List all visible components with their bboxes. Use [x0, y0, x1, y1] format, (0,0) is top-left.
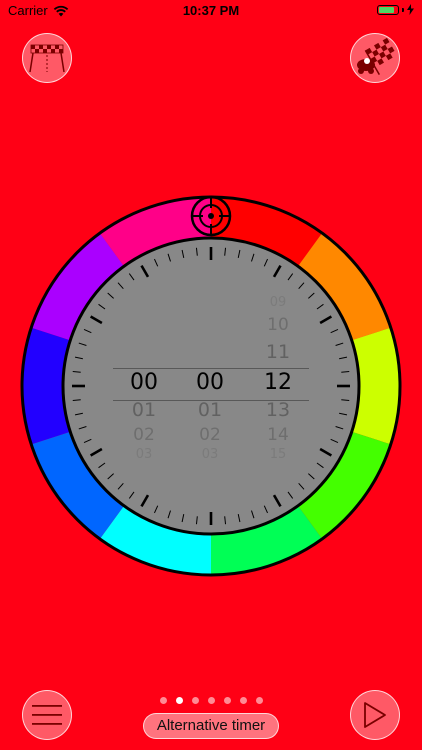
time-picker[interactable]: 00 01 02 03 00 01 02 03 09 10 11 12 13 14 15 [103, 296, 319, 468]
minutes-column[interactable]: 00 01 02 03 [180, 296, 240, 468]
picker-selection-line-bottom [113, 400, 309, 401]
page-dot[interactable] [191, 697, 199, 704]
page-dot[interactable] [255, 697, 263, 704]
finish-flag-icon [29, 44, 65, 73]
picker-item[interactable]: 03 [180, 447, 240, 462]
picker-item[interactable]: 00 [180, 370, 240, 395]
picker-item[interactable]: 02 [114, 425, 174, 445]
page-dot[interactable] [175, 697, 183, 704]
status-time: 10:37 PM [182, 3, 240, 18]
hours-column[interactable]: 00 01 02 03 [114, 296, 174, 468]
picker-item[interactable]: 02 [180, 425, 240, 445]
hamburger-menu-icon [32, 705, 62, 725]
seconds-column[interactable]: 09 10 11 12 13 14 15 [248, 296, 308, 468]
picker-item[interactable]: 09 [248, 296, 308, 310]
play-button[interactable] [350, 690, 400, 740]
battery-icon [377, 4, 399, 15]
charging-bolt-icon [407, 4, 414, 15]
play-icon [364, 702, 386, 728]
crosshair-icon[interactable] [190, 195, 232, 237]
race-button[interactable] [350, 33, 400, 83]
picker-item[interactable]: 13 [248, 399, 308, 421]
finish-flag-button[interactable] [22, 33, 72, 83]
picker-item[interactable]: 12 [248, 370, 308, 395]
page-dot[interactable] [207, 697, 215, 704]
picker-selection-line-top [113, 368, 309, 369]
picker-item[interactable]: 14 [248, 425, 308, 445]
picker-item[interactable]: 11 [248, 341, 308, 363]
picker-item[interactable]: 00 [114, 370, 174, 395]
status-right [377, 4, 414, 15]
page-dot[interactable] [239, 697, 247, 704]
race-car-flag-icon [357, 38, 395, 75]
picker-item[interactable]: 10 [248, 315, 308, 335]
battery-fill [379, 6, 395, 13]
page-dot[interactable] [223, 697, 231, 704]
picker-item[interactable]: 03 [114, 447, 174, 462]
picker-item[interactable]: 15 [248, 447, 308, 462]
page-dot[interactable] [159, 697, 167, 704]
picker-item[interactable]: 01 [114, 399, 174, 421]
picker-item[interactable]: 01 [180, 399, 240, 421]
battery-cap [402, 7, 404, 12]
status-bar: Carrier 10:37 PM [0, 0, 422, 22]
alternative-timer-button[interactable]: Alternative timer [143, 713, 279, 739]
